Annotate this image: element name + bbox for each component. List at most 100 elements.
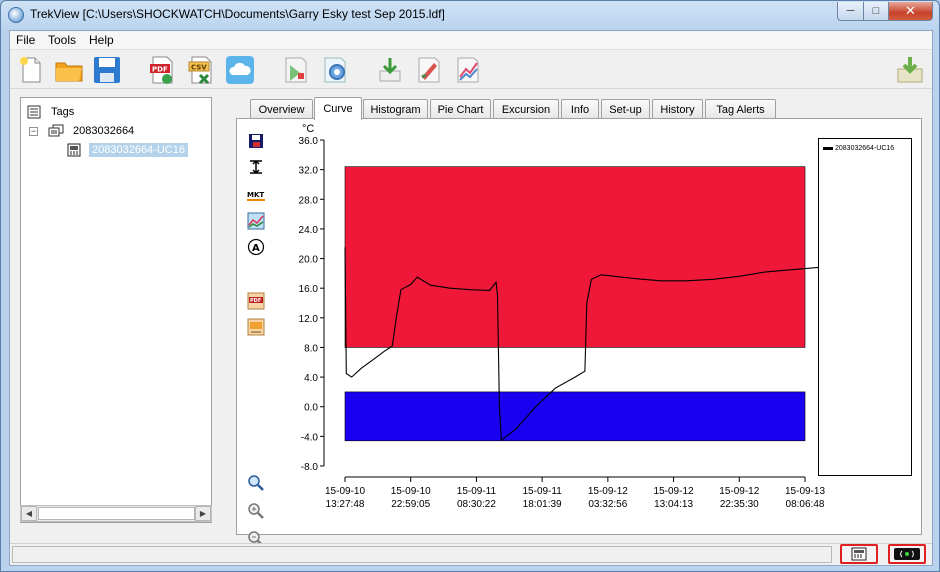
zoom-in-icon bbox=[248, 503, 264, 519]
chart-pdf-button[interactable]: PDF bbox=[246, 291, 266, 311]
open-folder-button[interactable] bbox=[53, 54, 85, 86]
export-pdf-button[interactable]: PDF bbox=[146, 54, 178, 86]
export-csv-button[interactable]: CSV bbox=[185, 54, 217, 86]
client-area: File Tools Help PDF CSV Tags − 208303266… bbox=[9, 30, 933, 566]
zoom-button[interactable] bbox=[246, 473, 266, 493]
save-button[interactable] bbox=[91, 54, 123, 86]
tag-edit-button[interactable] bbox=[413, 54, 445, 86]
export-csv-icon: CSV bbox=[188, 56, 212, 85]
tab-pie-chart[interactable]: Pie Chart bbox=[430, 99, 491, 119]
y-tick-label: -8.0 bbox=[301, 462, 319, 473]
tree-root-row[interactable]: Tags bbox=[27, 105, 74, 119]
app-window: TrekView [C:\Users\SHOCKWATCH\Documents\… bbox=[0, 0, 940, 572]
y-tick-label: 32.0 bbox=[299, 166, 319, 177]
chart-pdf-icon: PDF bbox=[247, 292, 265, 310]
read-device-button[interactable] bbox=[280, 54, 312, 86]
limits-button[interactable] bbox=[246, 157, 266, 177]
x-tick-label-date: 15-09-10 bbox=[325, 486, 365, 497]
tree-tag-row[interactable]: 2083032664-UC16 bbox=[67, 143, 188, 157]
menu-tools[interactable]: Tools bbox=[48, 33, 76, 47]
device-group-icon bbox=[48, 124, 64, 137]
save-icon bbox=[94, 57, 120, 83]
x-tick-label-time: 18:01:39 bbox=[523, 499, 562, 510]
minimize-icon: ─ bbox=[846, 5, 855, 17]
app-icon bbox=[8, 7, 24, 23]
minimize-button[interactable]: ─ bbox=[837, 2, 864, 21]
wireless-reader-icon bbox=[894, 548, 920, 560]
open-folder-icon bbox=[55, 62, 83, 82]
x-tick-label-time: 22:35:30 bbox=[720, 499, 759, 510]
save-chart-button[interactable] bbox=[246, 131, 266, 151]
device-status-icon bbox=[851, 547, 867, 561]
legend-item: 2083032664-UC16 bbox=[823, 145, 894, 152]
chart-export-button[interactable] bbox=[246, 317, 266, 337]
collapse-icon[interactable]: − bbox=[29, 126, 38, 136]
x-tick-label-time: 03:32:56 bbox=[588, 499, 627, 510]
tag-device-icon bbox=[67, 143, 81, 157]
download-button[interactable] bbox=[374, 54, 406, 86]
menu-help[interactable]: Help bbox=[89, 33, 114, 47]
zoom-in-button[interactable] bbox=[246, 501, 266, 521]
maximize-button[interactable]: □ bbox=[863, 2, 889, 21]
cloud-upload-icon bbox=[226, 56, 254, 84]
mkt-icon: MKT bbox=[247, 191, 265, 201]
tab-info[interactable]: Info bbox=[561, 99, 599, 119]
zoom-icon bbox=[248, 475, 264, 491]
tab-overview[interactable]: Overview bbox=[250, 99, 313, 119]
status-text-field bbox=[12, 546, 832, 563]
toolbar: PDF CSV bbox=[10, 51, 932, 89]
tab-set-up[interactable]: Set-up bbox=[601, 99, 650, 119]
tab-tag-alerts[interactable]: Tag Alerts bbox=[705, 99, 776, 119]
y-tick-label: 16.0 bbox=[299, 284, 319, 295]
download-icon bbox=[379, 58, 401, 82]
svg-text:PDF: PDF bbox=[152, 66, 168, 74]
annotate-icon: A bbox=[247, 238, 265, 256]
mkt-button[interactable]: MKT bbox=[246, 185, 266, 205]
tags-list-icon bbox=[27, 105, 41, 119]
tag-tree: Tags − 2083032664 2083032664-UC16 bbox=[20, 97, 212, 523]
high-alarm-band bbox=[344, 166, 806, 348]
x-tick-label-date: 15-09-12 bbox=[588, 486, 628, 497]
menu-file[interactable]: File bbox=[16, 33, 35, 47]
tab-curve[interactable]: Curve bbox=[314, 97, 362, 120]
x-tick-label-date: 15-09-11 bbox=[522, 486, 562, 497]
device-status-button[interactable] bbox=[840, 544, 878, 564]
chart-view-button[interactable] bbox=[246, 211, 266, 231]
x-tick-label-date: 15-09-10 bbox=[391, 486, 431, 497]
configure-device-button[interactable] bbox=[319, 54, 351, 86]
new-file-button[interactable] bbox=[15, 54, 47, 86]
tree-device-row[interactable]: − 2083032664 bbox=[29, 124, 134, 138]
cloud-upload-button[interactable] bbox=[224, 54, 256, 86]
y-tick-label: 36.0 bbox=[299, 136, 319, 147]
tree-root-label: Tags bbox=[51, 106, 75, 118]
x-tick-label-time: 08:30:22 bbox=[457, 499, 496, 510]
save-chart-icon bbox=[249, 134, 263, 148]
maximize-icon: □ bbox=[872, 5, 880, 17]
chart-view-icon bbox=[247, 212, 265, 230]
status-bar bbox=[10, 543, 932, 565]
tree-horizontal-scrollbar[interactable]: ◀ ▶ bbox=[20, 505, 212, 522]
x-tick-label-date: 15-09-12 bbox=[719, 486, 759, 497]
scroll-left-icon[interactable]: ◀ bbox=[21, 506, 37, 521]
close-button[interactable]: ✕ bbox=[888, 2, 933, 21]
svg-text:CSV: CSV bbox=[191, 64, 207, 72]
tab-history[interactable]: History bbox=[652, 99, 703, 119]
x-tick-label-date: 15-09-13 bbox=[785, 486, 825, 497]
temperature-chart[interactable]: °C 36.0 32.0 28.0 24.0 20.0 16.0 12.0 8.0 4.0 0.0 -… bbox=[272, 123, 872, 531]
x-tick-label-time: 13:04:13 bbox=[654, 499, 693, 510]
compare-curve-button[interactable] bbox=[452, 54, 484, 86]
y-tick-label: 12.0 bbox=[299, 314, 319, 325]
tab-excursion[interactable]: Excursion bbox=[493, 99, 559, 119]
legend-label: 2083032664-UC16 bbox=[835, 145, 895, 152]
y-axis-unit: °C bbox=[302, 123, 314, 135]
scroll-right-icon[interactable]: ▶ bbox=[195, 506, 211, 521]
limits-icon bbox=[250, 159, 262, 175]
compare-curve-icon bbox=[457, 57, 479, 83]
tab-histogram[interactable]: Histogram bbox=[363, 99, 428, 119]
tree-tag-label: 2083032664-UC16 bbox=[89, 143, 188, 157]
scroll-thumb[interactable] bbox=[38, 507, 195, 520]
annotate-button[interactable]: A bbox=[246, 237, 266, 257]
title-bar[interactable]: TrekView [C:\Users\SHOCKWATCH\Documents\… bbox=[1, 1, 939, 29]
import-button[interactable] bbox=[894, 54, 926, 86]
wireless-status-button[interactable] bbox=[888, 544, 926, 564]
